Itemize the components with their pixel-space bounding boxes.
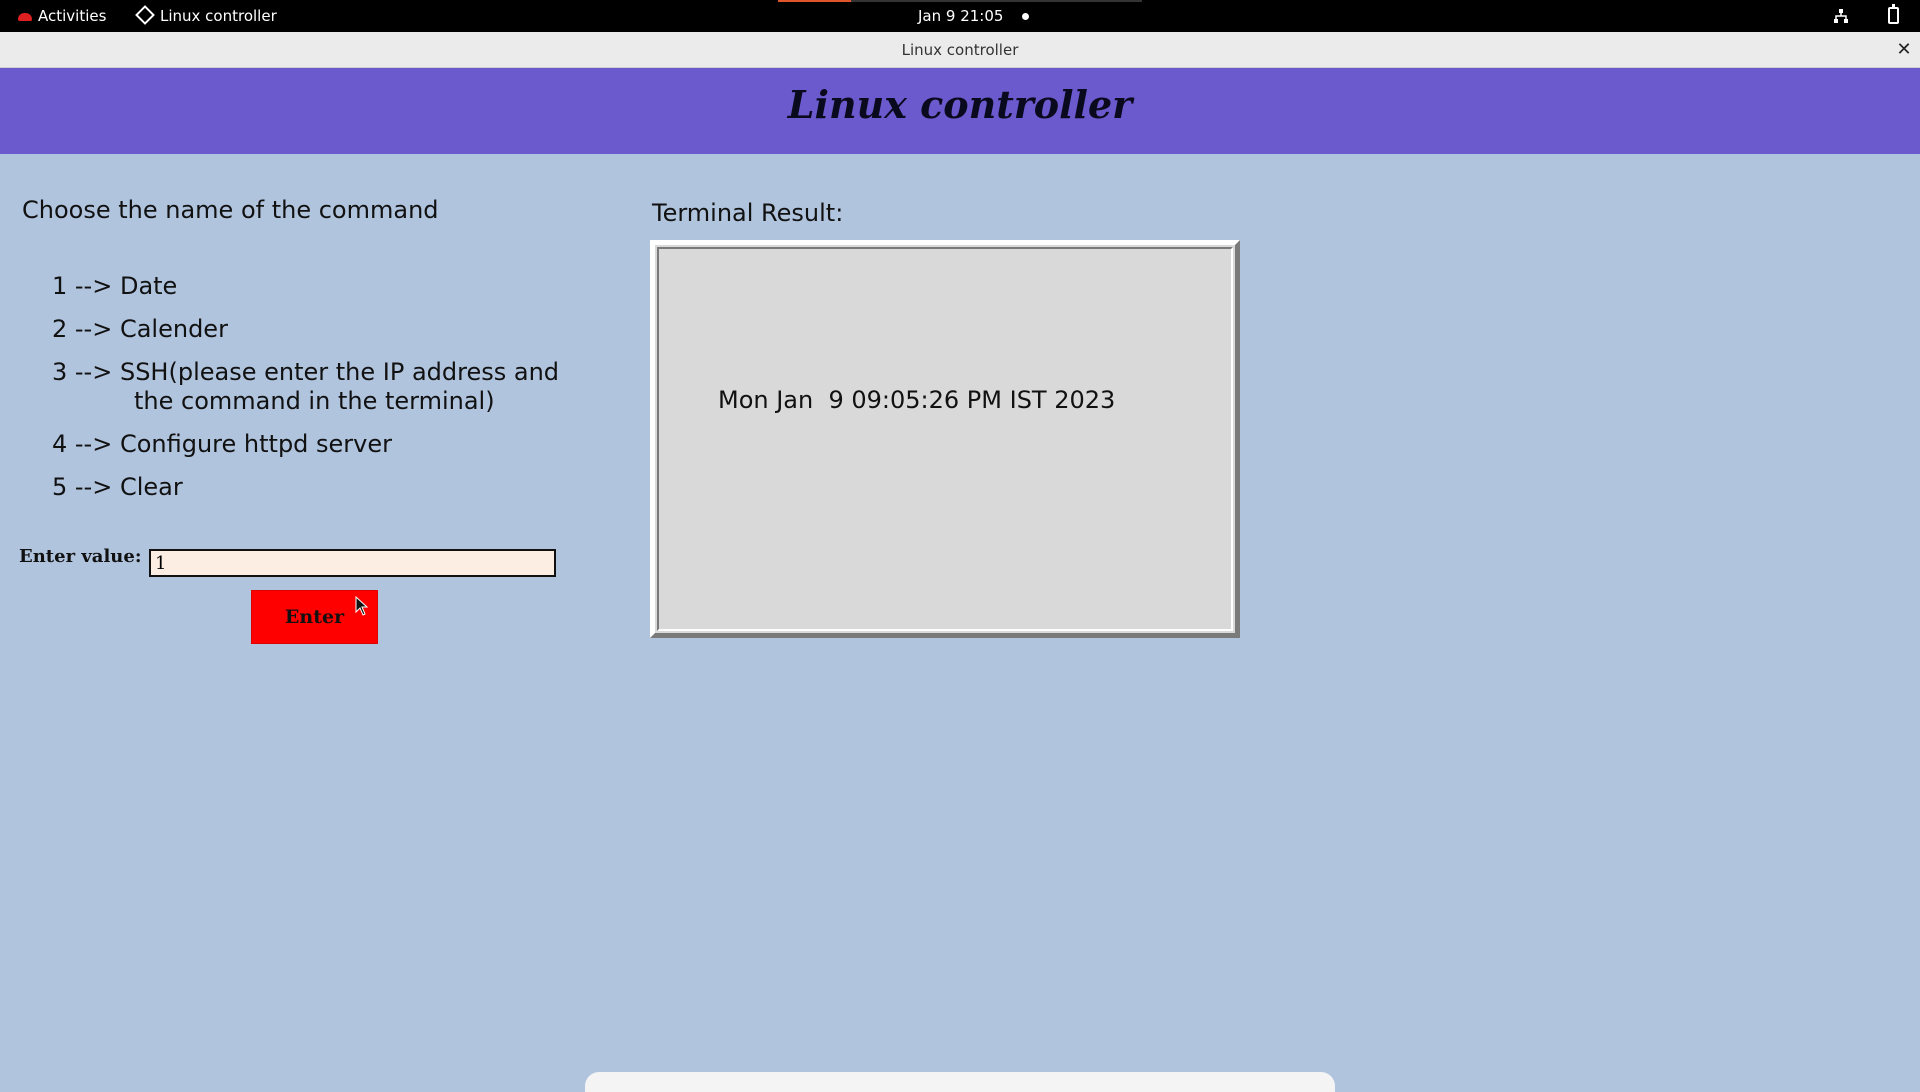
network-wired-icon[interactable]	[1833, 8, 1849, 24]
option-date: 1 --> Date	[52, 272, 178, 300]
option-ssh-continued: the command in the terminal)	[134, 387, 495, 415]
app-diamond-icon	[135, 4, 155, 25]
window-title: Linux controller	[901, 41, 1019, 59]
dock-edge	[585, 1072, 1335, 1092]
command-prompt-text: Choose the name of the command	[22, 196, 439, 224]
activities-button[interactable]: Activities	[18, 0, 106, 32]
battery-icon[interactable]	[1888, 4, 1899, 24]
clock-button[interactable]: Jan 9 21:05	[918, 0, 1003, 32]
notification-dot-icon	[1022, 13, 1029, 20]
page-title: Linux controller	[787, 82, 1133, 127]
value-input[interactable]	[149, 549, 556, 577]
enter-value-label: Enter value:	[19, 546, 142, 567]
app-menu-label: Linux controller	[160, 7, 277, 25]
option-ssh: 3 --> SSH(please enter the IP address an…	[52, 358, 560, 386]
mouse-cursor-icon	[355, 596, 369, 616]
terminal-output-box: Mon Jan 9 09:05:26 PM IST 2023	[650, 240, 1240, 638]
window-title-bar: Linux controller ✕	[0, 32, 1920, 68]
option-calender: 2 --> Calender	[52, 315, 228, 343]
terminal-result-label: Terminal Result:	[652, 199, 844, 227]
close-icon[interactable]: ✕	[1892, 38, 1916, 62]
terminal-output-inner	[657, 247, 1233, 631]
activities-label: Activities	[38, 7, 107, 25]
app-menu-button[interactable]: Linux controller	[135, 0, 277, 32]
redhat-icon	[18, 12, 32, 21]
option-clear: 5 --> Clear	[52, 473, 183, 501]
option-httpd: 4 --> Configure httpd server	[52, 430, 393, 458]
system-top-bar: Activities Linux controller Jan 9 21:05	[0, 0, 1920, 32]
workspace-active-indicator	[778, 0, 851, 2]
terminal-output-text: Mon Jan 9 09:05:26 PM IST 2023	[718, 386, 1116, 414]
header-banner: Linux controller	[0, 68, 1920, 154]
